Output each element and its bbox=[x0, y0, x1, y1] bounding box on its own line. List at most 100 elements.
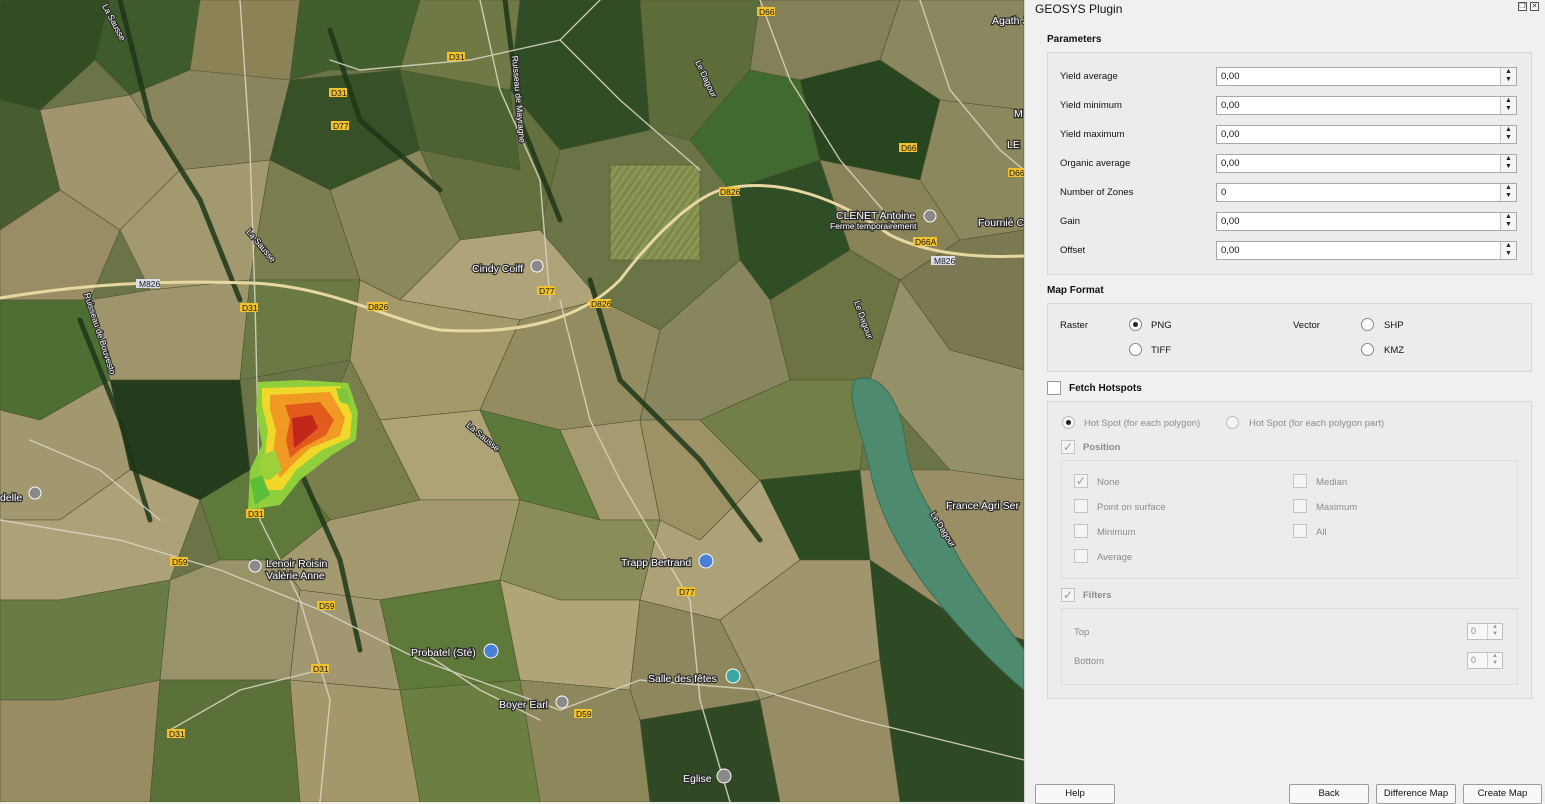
position-label[interactable]: Position bbox=[1083, 442, 1120, 453]
spin-down-icon[interactable]: ▼ bbox=[1501, 105, 1516, 113]
point-on-surface-label[interactable]: Point on surface bbox=[1097, 502, 1166, 513]
all-label[interactable]: All bbox=[1316, 527, 1327, 538]
venue-pin-icon[interactable] bbox=[725, 668, 741, 684]
yield-maximum-spinbox[interactable]: 0,00 ▲ ▼ bbox=[1216, 125, 1517, 144]
road-label: D77 bbox=[333, 121, 349, 131]
spin-down-icon[interactable]: ▼ bbox=[1488, 660, 1502, 667]
back-button[interactable]: Back bbox=[1289, 784, 1369, 804]
place-label[interactable]: Boyer Earl bbox=[498, 698, 549, 712]
spin-down-icon[interactable]: ▼ bbox=[1501, 163, 1516, 171]
spin-down-icon[interactable]: ▼ bbox=[1501, 192, 1516, 200]
place-label[interactable]: delle bbox=[0, 491, 24, 505]
road-label: D31 bbox=[313, 664, 329, 674]
number-of-zones-spinbox[interactable]: 0 ▲ ▼ bbox=[1216, 183, 1517, 202]
shp-label[interactable]: SHP bbox=[1384, 320, 1404, 331]
spin-up-icon[interactable]: ▲ bbox=[1501, 97, 1516, 105]
spin-up-icon[interactable]: ▲ bbox=[1501, 213, 1516, 221]
filters-label[interactable]: Filters bbox=[1083, 590, 1112, 601]
spinbox-value: 0 bbox=[1221, 187, 1227, 198]
median-label[interactable]: Median bbox=[1316, 477, 1347, 488]
minimum-checkbox[interactable] bbox=[1074, 524, 1088, 538]
hotspot-per-part-radio[interactable] bbox=[1226, 416, 1239, 429]
place-sublabel: Valérie Anne bbox=[266, 570, 325, 582]
road-label: D31 bbox=[242, 303, 258, 313]
place-label[interactable]: Eglise bbox=[682, 772, 713, 786]
spin-up-icon[interactable]: ▲ bbox=[1501, 126, 1516, 134]
png-radio[interactable] bbox=[1129, 318, 1142, 331]
hotspot-per-polygon-radio[interactable] bbox=[1062, 416, 1075, 429]
shop-pin-icon[interactable] bbox=[698, 553, 714, 569]
place-label[interactable]: Agath Jonatha bbox=[991, 14, 1024, 28]
none-label[interactable]: None bbox=[1097, 477, 1120, 488]
place-label[interactable]: Fournié C bbox=[977, 216, 1024, 230]
spin-down-icon[interactable]: ▼ bbox=[1501, 250, 1516, 258]
spin-up-icon[interactable]: ▲ bbox=[1501, 184, 1516, 192]
service-pin-icon[interactable] bbox=[483, 643, 499, 659]
place-label[interactable]: Trapp Bertrand bbox=[620, 556, 693, 570]
place-label[interactable]: Probatel (Sté) bbox=[410, 646, 477, 660]
road-label: D826 bbox=[368, 302, 389, 312]
place-label[interactable]: M bbox=[1013, 107, 1024, 121]
spin-down-icon[interactable]: ▼ bbox=[1501, 221, 1516, 229]
place-label[interactable]: France Agri Ser bbox=[945, 499, 1021, 513]
road-label: D59 bbox=[172, 557, 188, 567]
tiff-radio[interactable] bbox=[1129, 343, 1142, 356]
place-pin-icon[interactable] bbox=[28, 486, 42, 500]
average-label[interactable]: Average bbox=[1097, 552, 1132, 563]
raster-label: Raster bbox=[1060, 320, 1088, 331]
kmz-label[interactable]: KMZ bbox=[1384, 345, 1404, 356]
yield-minimum-spinbox[interactable]: 0,00 ▲ ▼ bbox=[1216, 96, 1517, 115]
median-checkbox[interactable] bbox=[1293, 474, 1307, 488]
place-pin-icon[interactable] bbox=[530, 259, 544, 273]
param-label: Organic average bbox=[1060, 158, 1131, 169]
png-label[interactable]: PNG bbox=[1151, 320, 1172, 331]
create-map-button[interactable]: Create Map bbox=[1463, 784, 1542, 804]
satellite-map[interactable]: D66 D31 D31 D77 D66 D66 D826 D66A M826 M… bbox=[0, 0, 1024, 802]
place-label[interactable]: Cindy Coiff bbox=[471, 262, 525, 276]
place-label[interactable]: LE bbox=[1006, 138, 1021, 152]
help-button[interactable]: Help bbox=[1035, 784, 1115, 804]
spin-up-icon[interactable]: ▲ bbox=[1501, 155, 1516, 163]
filters-checkbox[interactable]: ✓ bbox=[1061, 588, 1075, 602]
maximum-label[interactable]: Maximum bbox=[1316, 502, 1357, 513]
yield-average-spinbox[interactable]: 0,00 ▲ ▼ bbox=[1216, 67, 1517, 86]
float-window-icon[interactable]: ❐ bbox=[1518, 2, 1527, 11]
place-label[interactable]: Salle des fêtes bbox=[647, 672, 718, 686]
road-label: D66 bbox=[901, 143, 917, 153]
maximum-checkbox[interactable] bbox=[1293, 499, 1307, 513]
spin-down-icon[interactable]: ▼ bbox=[1501, 134, 1516, 142]
point-on-surface-checkbox[interactable] bbox=[1074, 499, 1088, 513]
place-pin-icon[interactable] bbox=[923, 209, 937, 223]
spin-up-icon[interactable]: ▲ bbox=[1501, 68, 1516, 76]
close-icon[interactable]: ✕ bbox=[1530, 2, 1539, 11]
difference-map-button[interactable]: Difference Map bbox=[1376, 784, 1456, 804]
shp-radio[interactable] bbox=[1361, 318, 1374, 331]
offset-spinbox[interactable]: 0,00 ▲ ▼ bbox=[1216, 241, 1517, 260]
hotspot-per-polygon-label[interactable]: Hot Spot (for each polygon) bbox=[1084, 418, 1200, 429]
top-spinbox[interactable]: 0 ▲ ▼ bbox=[1467, 623, 1503, 640]
place-pin-icon[interactable] bbox=[555, 695, 569, 709]
kmz-radio[interactable] bbox=[1361, 343, 1374, 356]
map-canvas[interactable]: D66 D31 D31 D77 D66 D66 D826 D66A M826 M… bbox=[0, 0, 1024, 802]
all-checkbox[interactable] bbox=[1293, 524, 1307, 538]
spin-up-icon[interactable]: ▲ bbox=[1501, 242, 1516, 250]
average-checkbox[interactable] bbox=[1074, 549, 1088, 563]
place-label[interactable]: Lenoir Roisin bbox=[265, 557, 329, 571]
church-pin-icon[interactable] bbox=[716, 768, 732, 784]
bottom-spinbox[interactable]: 0 ▲ ▼ bbox=[1467, 652, 1503, 669]
fetch-hotspots-label[interactable]: Fetch Hotspots bbox=[1069, 383, 1142, 394]
organic-average-spinbox[interactable]: 0,00 ▲ ▼ bbox=[1216, 154, 1517, 173]
spin-up-icon[interactable]: ▲ bbox=[1488, 624, 1502, 631]
fetch-hotspots-checkbox[interactable] bbox=[1047, 381, 1061, 395]
position-checkbox[interactable]: ✓ bbox=[1061, 440, 1075, 454]
none-checkbox[interactable]: ✓ bbox=[1074, 474, 1088, 488]
spin-down-icon[interactable]: ▼ bbox=[1501, 76, 1516, 84]
hotspot-per-part-label[interactable]: Hot Spot (for each polygon part) bbox=[1249, 418, 1384, 429]
tiff-label[interactable]: TIFF bbox=[1151, 345, 1171, 356]
spin-down-icon[interactable]: ▼ bbox=[1488, 631, 1502, 638]
spin-up-icon[interactable]: ▲ bbox=[1488, 653, 1502, 660]
gain-spinbox[interactable]: 0,00 ▲ ▼ bbox=[1216, 212, 1517, 231]
spinbox-value: 0,00 bbox=[1221, 71, 1240, 82]
place-pin-icon[interactable] bbox=[248, 559, 262, 573]
minimum-label[interactable]: Minimum bbox=[1097, 527, 1136, 538]
